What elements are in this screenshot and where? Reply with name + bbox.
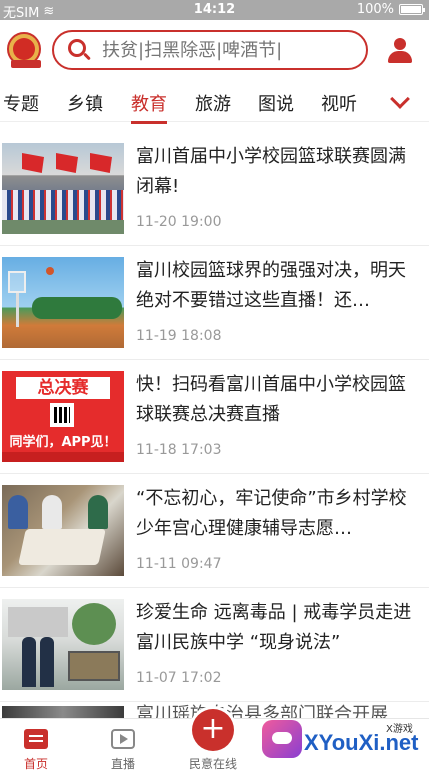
thumbnail-slogan: 同学们，APP见！ bbox=[9, 435, 117, 450]
tab-towns[interactable]: 乡镇 bbox=[67, 90, 103, 124]
nav-label: 首页 bbox=[23, 757, 48, 771]
news-date: 11-07 17:02 bbox=[136, 670, 222, 686]
news-thumbnail bbox=[2, 143, 124, 234]
nav-label: 直播 bbox=[110, 757, 135, 771]
category-tabs: 专题 乡镇 教育 旅游 图说 视听 bbox=[0, 86, 429, 124]
news-title: “不忘初心，牢记使命”市乡村学校少年宫心理健康辅导志愿… bbox=[136, 488, 407, 539]
play-icon bbox=[111, 729, 135, 749]
news-date: 11-19 18:08 bbox=[136, 328, 222, 344]
news-date: 11-20 19:00 bbox=[136, 214, 222, 230]
battery-icon bbox=[399, 4, 425, 15]
watermark: X游戏 XYouXi.net bbox=[262, 706, 424, 766]
nav-live[interactable]: 直播 bbox=[83, 719, 163, 778]
tab-video[interactable]: 视听 bbox=[321, 90, 357, 124]
news-item[interactable]: “不忘初心，牢记使命”市乡村学校少年宫心理健康辅导志愿… 11-11 09:47 bbox=[0, 474, 429, 588]
search-bar[interactable] bbox=[52, 30, 368, 70]
tab-special[interactable]: 专题 bbox=[3, 90, 39, 124]
header bbox=[0, 20, 429, 82]
news-item[interactable]: 富川校园篮球界的强强对决，明天绝对不要错过这些直播！还… 11-19 18:08 bbox=[0, 246, 429, 360]
news-item[interactable]: 富川首届中小学校园篮球联赛圆满闭幕! 11-20 19:00 bbox=[0, 132, 429, 246]
news-thumbnail: 总决赛 同学们，APP见！ bbox=[2, 371, 124, 462]
tab-education[interactable]: 教育 bbox=[131, 90, 167, 124]
news-item[interactable]: 珍爱生命 远离毒品 | 戒毒学员走进富川民族中学 “现身说法” 11-07 17… bbox=[0, 588, 429, 702]
app-logo[interactable] bbox=[7, 32, 41, 68]
qr-code-icon bbox=[50, 403, 74, 427]
news-title: 快！扫码看富川首届中小学校园篮球联赛总决赛直播 bbox=[136, 374, 406, 425]
watermark-text: XYouXi.net bbox=[304, 730, 419, 755]
search-icon[interactable] bbox=[64, 35, 94, 65]
search-input[interactable] bbox=[102, 39, 352, 61]
nav-label: 民意在线 bbox=[188, 757, 237, 771]
home-icon bbox=[24, 729, 48, 749]
news-title: 富川首届中小学校园篮球联赛圆满闭幕! bbox=[136, 146, 406, 197]
news-thumbnail bbox=[2, 485, 124, 576]
news-thumbnail bbox=[2, 257, 124, 348]
battery-percent: 100% bbox=[356, 2, 394, 17]
news-thumbnail bbox=[2, 599, 124, 690]
status-bar: 无SIM ≋ 14:12 100% bbox=[0, 0, 429, 21]
news-item[interactable]: 总决赛 同学们，APP见！ 快！扫码看富川首届中小学校园篮球联赛总决赛直播 11… bbox=[0, 360, 429, 474]
tab-picture[interactable]: 图说 bbox=[258, 90, 294, 124]
user-icon[interactable] bbox=[387, 38, 413, 64]
tab-travel[interactable]: 旅游 bbox=[195, 90, 231, 124]
news-date: 11-18 17:03 bbox=[136, 442, 222, 458]
chevron-down-icon[interactable] bbox=[390, 89, 410, 109]
add-button[interactable]: + bbox=[192, 709, 234, 751]
thumbnail-banner: 总决赛 bbox=[16, 377, 110, 399]
news-date: 11-11 09:47 bbox=[136, 556, 222, 572]
news-title: 珍爱生命 远离毒品 | 戒毒学员走进富川民族中学 “现身说法” bbox=[136, 602, 412, 653]
nav-home[interactable]: 首页 bbox=[0, 719, 76, 778]
news-title: 富川校园篮球界的强强对决，明天绝对不要错过这些直播！还… bbox=[136, 260, 406, 311]
watermark-logo-icon bbox=[262, 720, 302, 758]
